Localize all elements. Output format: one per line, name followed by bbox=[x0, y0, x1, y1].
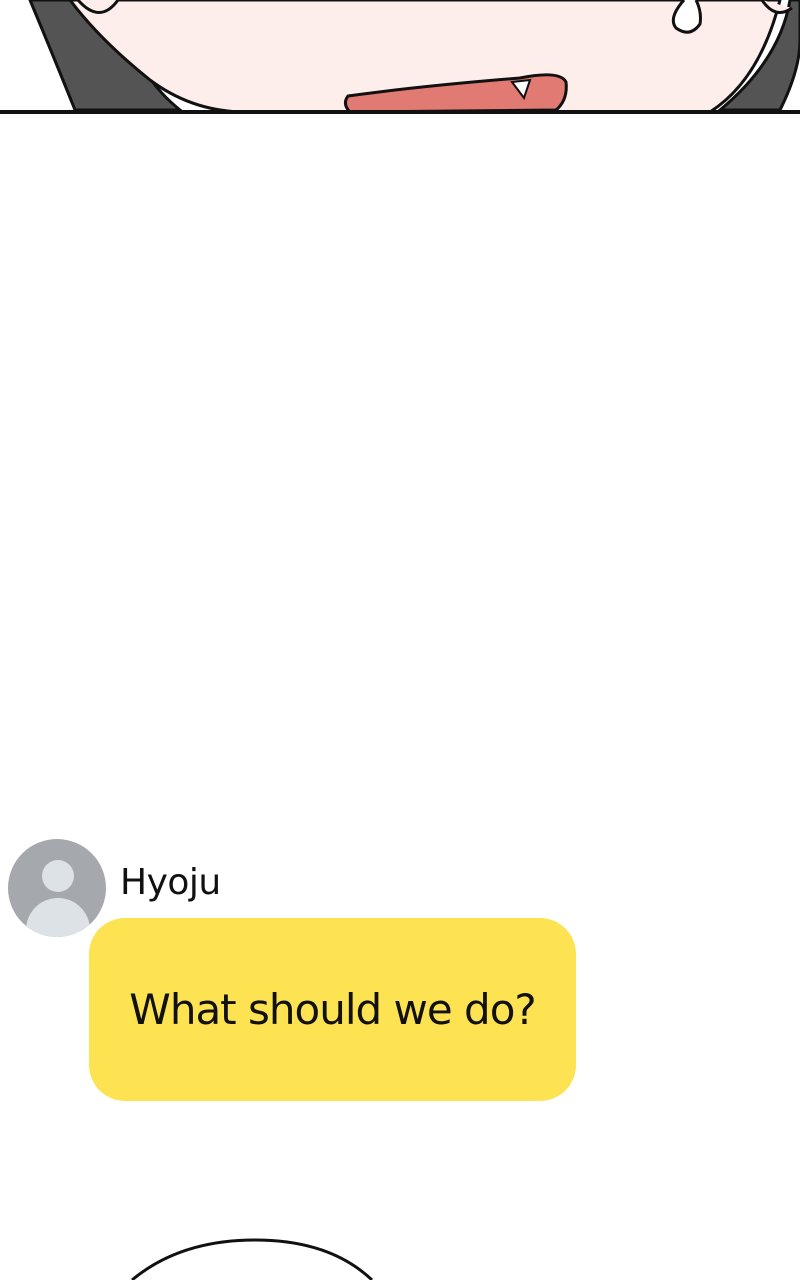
message-text: What should we do? bbox=[129, 985, 536, 1034]
character-face-illustration bbox=[0, 0, 800, 114]
message-bubble: What should we do? bbox=[89, 918, 576, 1101]
avatar-silhouette-icon bbox=[8, 839, 106, 937]
top-comic-panel bbox=[0, 0, 800, 114]
next-speech-bubble-edge bbox=[0, 1232, 800, 1280]
avatar-head bbox=[42, 860, 74, 892]
sender-name: Hyoju bbox=[120, 862, 221, 903]
avatar-body bbox=[26, 898, 90, 937]
